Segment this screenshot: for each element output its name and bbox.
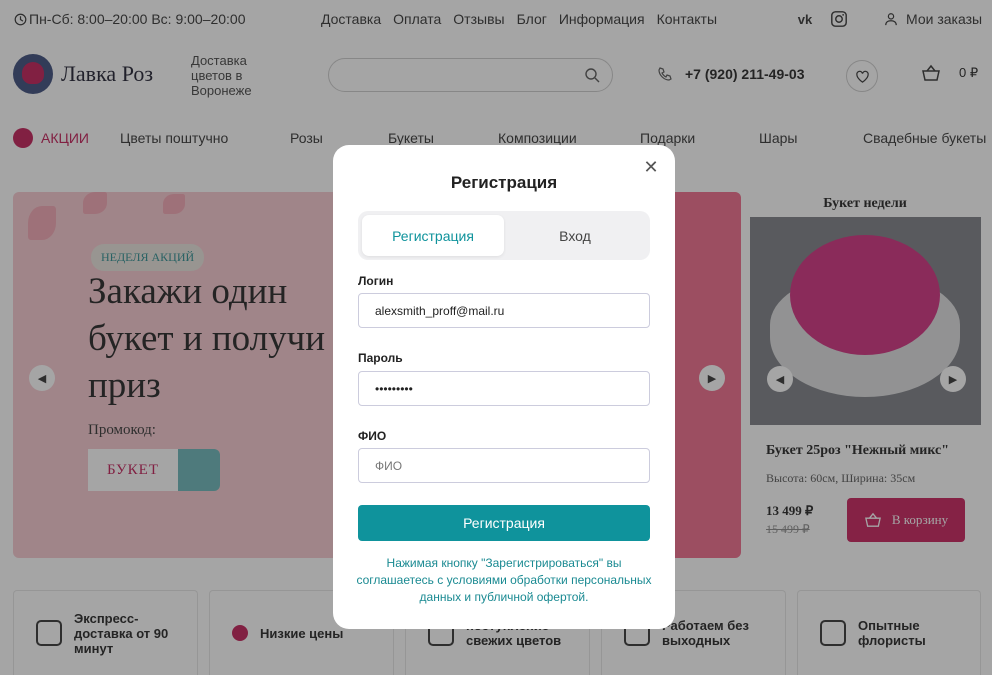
login-label: Логин — [358, 274, 394, 288]
auth-tabs: Регистрация Вход — [358, 211, 650, 260]
register-button[interactable]: Регистрация — [358, 505, 650, 541]
password-field[interactable] — [358, 371, 650, 406]
terms-text[interactable]: Нажимая кнопку "Зарегистрироваться" вы с… — [353, 555, 655, 606]
tab-registration[interactable]: Регистрация — [362, 215, 504, 256]
fio-field[interactable] — [358, 448, 650, 483]
registration-modal: ✕ Регистрация Регистрация Вход Логин Пар… — [333, 145, 675, 629]
tab-login[interactable]: Вход — [504, 215, 646, 256]
password-label: Пароль — [358, 351, 403, 365]
fio-label: ФИО — [358, 429, 387, 443]
modal-title: Регистрация — [450, 173, 558, 192]
login-field[interactable] — [358, 293, 650, 328]
